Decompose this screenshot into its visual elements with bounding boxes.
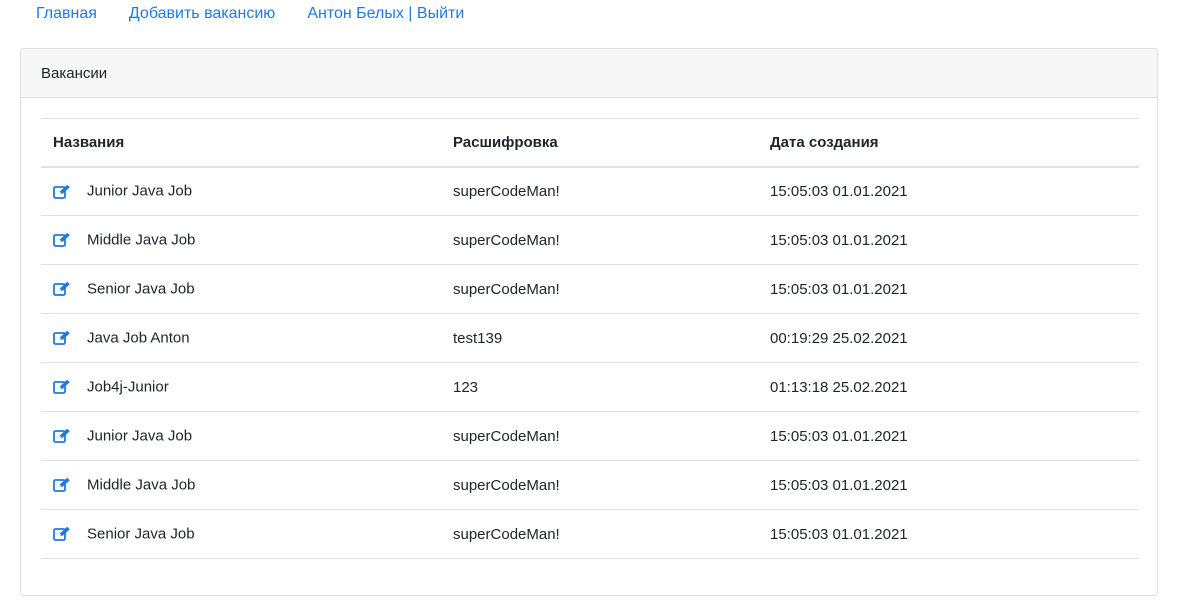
cell-name: Junior Java Job — [41, 411, 441, 461]
table-row: Middle Java Job superCodeMan! 15:05:03 0… — [41, 460, 1139, 510]
nav-add-vacancy-link[interactable]: Добавить вакансию — [113, 1, 291, 27]
vacancy-name: Senior Java Job — [87, 280, 195, 298]
vacancies-table: Названия Расшифровка Дата создания Junio… — [41, 118, 1139, 559]
vacancy-name: Junior Java Job — [87, 183, 193, 201]
edit-icon[interactable] — [53, 281, 71, 297]
column-header-name: Названия — [41, 118, 441, 168]
cell-name: Senior Java Job — [41, 264, 441, 314]
cell-name: Junior Java Job — [41, 166, 441, 216]
cell-description: superCodeMan! — [441, 509, 758, 559]
vacancies-card: Вакансии Названия Расшифровка Дата созда… — [20, 48, 1158, 596]
cell-name: Middle Java Job — [41, 215, 441, 265]
edit-icon[interactable] — [53, 330, 71, 346]
table-row: Job4j-Junior 123 01:13:18 25.02.2021 — [41, 362, 1139, 412]
table-row: Java Job Anton test139 00:19:29 25.02.20… — [41, 313, 1139, 363]
edit-icon[interactable] — [53, 526, 71, 542]
nav-home-link[interactable]: Главная — [20, 1, 113, 27]
cell-name: Java Job Anton — [41, 313, 441, 363]
table-row: Senior Java Job superCodeMan! 15:05:03 0… — [41, 509, 1139, 559]
vacancy-name: Junior Java Job — [87, 427, 193, 445]
cell-created-date: 15:05:03 01.01.2021 — [758, 509, 1139, 559]
cell-description: superCodeMan! — [441, 264, 758, 314]
cell-created-date: 00:19:29 25.02.2021 — [758, 313, 1139, 363]
vacancy-name: Java Job Anton — [87, 329, 190, 347]
table-row: Senior Java Job superCodeMan! 15:05:03 0… — [41, 264, 1139, 314]
table-row: Junior Java Job superCodeMan! 15:05:03 0… — [41, 411, 1139, 461]
column-header-description: Расшифровка — [441, 118, 758, 168]
top-nav: Главная Добавить вакансию Антон Белых | … — [20, 0, 480, 28]
edit-icon[interactable] — [53, 428, 71, 444]
vacancy-name: Senior Java Job — [87, 525, 195, 543]
table-row: Middle Java Job superCodeMan! 15:05:03 0… — [41, 215, 1139, 265]
vacancy-name: Job4j-Junior — [87, 378, 169, 396]
cell-name: Job4j-Junior — [41, 362, 441, 412]
cell-description: test139 — [441, 313, 758, 363]
edit-icon[interactable] — [53, 477, 71, 493]
cell-name: Senior Java Job — [41, 509, 441, 559]
vacancy-name: Middle Java Job — [87, 231, 196, 249]
card-body: Названия Расшифровка Дата создания Junio… — [21, 98, 1157, 559]
edit-icon[interactable] — [53, 232, 71, 248]
cell-description: superCodeMan! — [441, 411, 758, 461]
cell-name: Middle Java Job — [41, 460, 441, 510]
table-body: Junior Java Job superCodeMan! 15:05:03 0… — [41, 166, 1139, 559]
card-title: Вакансии — [41, 64, 108, 82]
cell-created-date: 15:05:03 01.01.2021 — [758, 460, 1139, 510]
cell-created-date: 15:05:03 01.01.2021 — [758, 215, 1139, 265]
edit-icon[interactable] — [53, 379, 71, 395]
vacancy-name: Middle Java Job — [87, 476, 196, 494]
cell-created-date: 01:13:18 25.02.2021 — [758, 362, 1139, 412]
cell-created-date: 15:05:03 01.01.2021 — [758, 411, 1139, 461]
cell-description: superCodeMan! — [441, 166, 758, 216]
cell-created-date: 15:05:03 01.01.2021 — [758, 166, 1139, 216]
cell-description: 123 — [441, 362, 758, 412]
cell-created-date: 15:05:03 01.01.2021 — [758, 264, 1139, 314]
nav-user-logout-link[interactable]: Антон Белых | Выйти — [291, 1, 480, 27]
column-header-created: Дата создания — [758, 118, 1139, 168]
cell-description: superCodeMan! — [441, 215, 758, 265]
card-header: Вакансии — [21, 49, 1157, 98]
table-row: Junior Java Job superCodeMan! 15:05:03 0… — [41, 166, 1139, 216]
edit-icon[interactable] — [53, 184, 71, 200]
table-header-row: Названия Расшифровка Дата создания — [41, 118, 1139, 168]
cell-description: superCodeMan! — [441, 460, 758, 510]
